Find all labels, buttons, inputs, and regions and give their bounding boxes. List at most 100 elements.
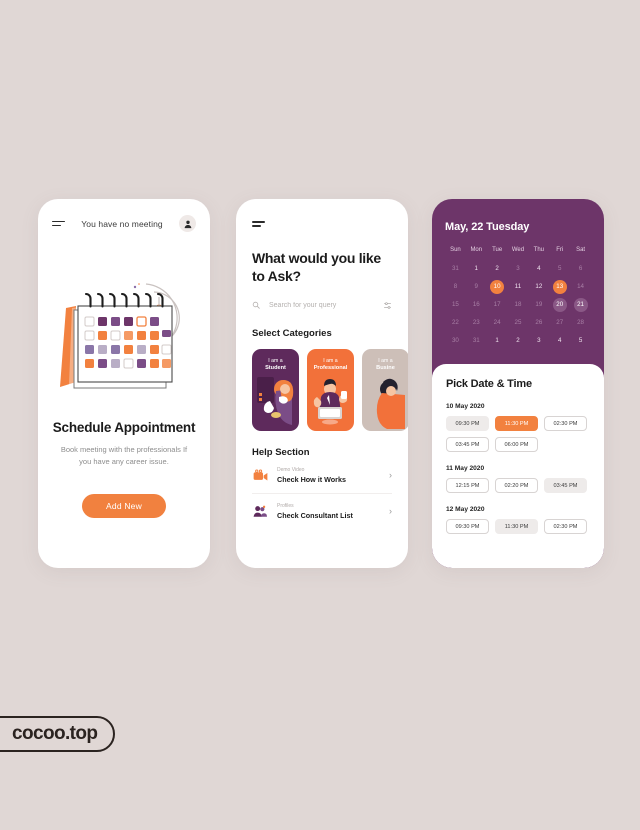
calendar-day-cell[interactable]: 23 — [466, 315, 487, 330]
page-subtitle: Book meeting with the professionals If y… — [60, 445, 188, 466]
desk-calendar-illustration — [38, 254, 210, 404]
time-slot-button[interactable]: 11:30 PM — [495, 519, 538, 534]
help-item-kicker: Profiles — [277, 502, 294, 509]
category-card-label: I am a Professional — [313, 357, 348, 372]
home-topbar: You have no meeting — [38, 199, 210, 232]
calendar-day-cell[interactable]: 5 — [549, 261, 570, 276]
calendar-day-cell[interactable]: 31 — [466, 333, 487, 348]
calendar-day-cell[interactable]: 13 — [549, 279, 570, 294]
calendar-day-cell[interactable]: 1 — [466, 261, 487, 276]
time-slot-button[interactable]: 02:30 PM — [544, 519, 587, 534]
time-slot-button[interactable]: 12:15 PM — [446, 478, 489, 493]
calendar-day-header: Thu — [533, 247, 545, 253]
calendar-day-cell[interactable]: 28 — [570, 315, 591, 330]
time-slot-button[interactable]: 09:30 PM — [446, 519, 489, 534]
category-card-student[interactable]: I am a Student — [252, 348, 299, 431]
calendar-day-cell[interactable]: 6 — [570, 261, 591, 276]
home-header-title: You have no meeting — [81, 218, 163, 229]
calendar-day-cell[interactable]: 5 — [570, 333, 591, 348]
people-group-icon — [252, 503, 268, 519]
time-slot-button[interactable]: 02:20 PM — [495, 478, 538, 493]
calendar-day-header: Wed — [511, 247, 525, 253]
calendar-grid[interactable]: Sun Mon Tue Wed Thu Fri Sat 31 1 2 3 4 5 6 8 9 10 11 12 13 1… — [445, 247, 591, 348]
calendar-day-header: Tue — [492, 247, 503, 253]
calendar-day-cell[interactable]: 26 — [528, 315, 549, 330]
phone-screen-calendar: May, 22 Tuesday Sun Mon Tue Wed Thu Fri Sat 31 1… — [432, 199, 604, 568]
slot-group-date: 10 May 2020 — [446, 403, 485, 410]
calendar-day-cell[interactable]: 27 — [549, 315, 570, 330]
slot-group-date: 11 May 2020 — [446, 465, 485, 472]
help-item-profiles[interactable]: Profiles Check Consultant List › — [252, 494, 392, 529]
help-section-title: Help Section — [252, 446, 310, 458]
calendar-day-header: Sat — [576, 247, 586, 253]
calendar-day-cell[interactable]: 31 — [445, 261, 466, 276]
help-item-demo-video[interactable]: Demo Video Check How it Works › — [252, 458, 392, 494]
calendar-month-title: May, 22 Tuesday — [445, 221, 530, 233]
calendar-day-cell[interactable]: 3 — [528, 333, 549, 348]
calendar-day-cell[interactable]: 2 — [508, 333, 529, 348]
search-input[interactable] — [267, 300, 376, 310]
category-card-label: I am a Student — [265, 357, 286, 372]
phone-screen-home: You have no meeting Schedule Appointment… — [38, 199, 210, 568]
calendar-day-cell[interactable]: 4 — [549, 333, 570, 348]
calendar-day-cell[interactable]: 22 — [445, 315, 466, 330]
category-card-list[interactable]: I am a Student I am a Professional I am … — [252, 348, 408, 431]
calendar-day-header: Mon — [470, 247, 483, 253]
time-slot-button[interactable]: 09:30 PM — [446, 416, 489, 431]
page-title: What would you like to Ask? — [252, 249, 381, 284]
calendar-day-cell[interactable]: 17 — [487, 297, 508, 312]
slot-row: 12:15 PM 02:20 PM 03:45 PM — [446, 478, 590, 493]
calendar-day-cell[interactable]: 18 — [508, 297, 529, 312]
calendar-day-cell[interactable]: 3 — [508, 261, 529, 276]
category-card-business[interactable]: I am a Busine — [362, 348, 408, 431]
calendar-day-cell[interactable]: 8 — [445, 279, 466, 294]
time-slot-button[interactable]: 06:00 PM — [495, 437, 538, 452]
hamburger-icon[interactable] — [52, 220, 65, 227]
calendar-day-cell[interactable]: 14 — [570, 279, 591, 294]
calendar-day-cell[interactable]: 25 — [508, 315, 529, 330]
canvas: You have no meeting Schedule Appointment… — [0, 0, 640, 830]
calendar-day-cell[interactable]: 10 — [487, 279, 508, 294]
calendar-day-cell[interactable]: 2 — [487, 261, 508, 276]
calendar-day-cell[interactable]: 1 — [487, 333, 508, 348]
category-card-professional[interactable]: I am a Professional — [307, 348, 354, 431]
slot-row: 09:30 PM 11:30 PM 02:30 PM — [446, 519, 590, 534]
calendar-day-cell[interactable]: 4 — [528, 261, 549, 276]
calendar-day-cell[interactable]: 30 — [445, 333, 466, 348]
page-title: Schedule Appointment — [52, 420, 196, 435]
phone-screen-ask: What would you like to Ask? Select Categ… — [236, 199, 408, 568]
calendar-day-cell[interactable]: 16 — [466, 297, 487, 312]
chevron-right-icon[interactable]: › — [389, 470, 392, 480]
calendar-day-cell[interactable]: 9 — [466, 279, 487, 294]
help-section: Help Section Demo Video Check How it Wor… — [236, 447, 408, 529]
time-slot-button[interactable]: 02:30 PM — [544, 416, 587, 431]
search-bar[interactable] — [252, 300, 392, 310]
calendar-day-cell[interactable]: 19 — [528, 297, 549, 312]
time-slot-button[interactable]: 03:45 PM — [544, 478, 587, 493]
categories-title: Select Categories — [252, 327, 332, 339]
calendar-day-cell[interactable]: 11 — [508, 279, 529, 294]
ask-header: What would you like to Ask? Select Categ… — [236, 199, 408, 339]
chevron-right-icon[interactable]: › — [389, 506, 392, 516]
calendar-day-cell[interactable]: 24 — [487, 315, 508, 330]
filter-sliders-icon[interactable] — [383, 301, 392, 310]
pick-date-time-panel: Pick Date & Time 10 May 2020 09:30 PM 11:3… — [432, 364, 604, 568]
slot-row: 09:30 PM 11:30 PM 02:30 PM 03:45 PM 06:00 PM — [446, 416, 590, 452]
calendar-day-cell[interactable]: 21 — [570, 297, 591, 312]
calendar-day-cell[interactable]: 20 — [549, 297, 570, 312]
time-slot-groups: 10 May 2020 09:30 PM 11:30 PM 02:30 PM 03:45… — [446, 403, 590, 534]
video-camera-icon — [252, 467, 268, 483]
calendar-day-cell[interactable]: 15 — [445, 297, 466, 312]
watermark-logo: cocoo.top — [0, 716, 116, 752]
calendar: May, 22 Tuesday Sun Mon Tue Wed Thu Fri Sat 31 1… — [432, 199, 604, 348]
help-item-title: Check Consultant List — [277, 510, 353, 520]
calendar-day-cell[interactable]: 12 — [528, 279, 549, 294]
user-avatar-icon[interactable] — [179, 215, 196, 232]
time-slot-button[interactable]: 11:30 PM — [495, 416, 538, 431]
logo-text: cocoo.top — [12, 723, 98, 744]
hamburger-icon[interactable] — [252, 221, 265, 227]
add-new-button[interactable]: Add New — [82, 494, 166, 518]
help-item-title: Check How it Works — [277, 474, 346, 484]
category-card-label: I am a Busine — [376, 357, 395, 372]
time-slot-button[interactable]: 03:45 PM — [446, 437, 489, 452]
